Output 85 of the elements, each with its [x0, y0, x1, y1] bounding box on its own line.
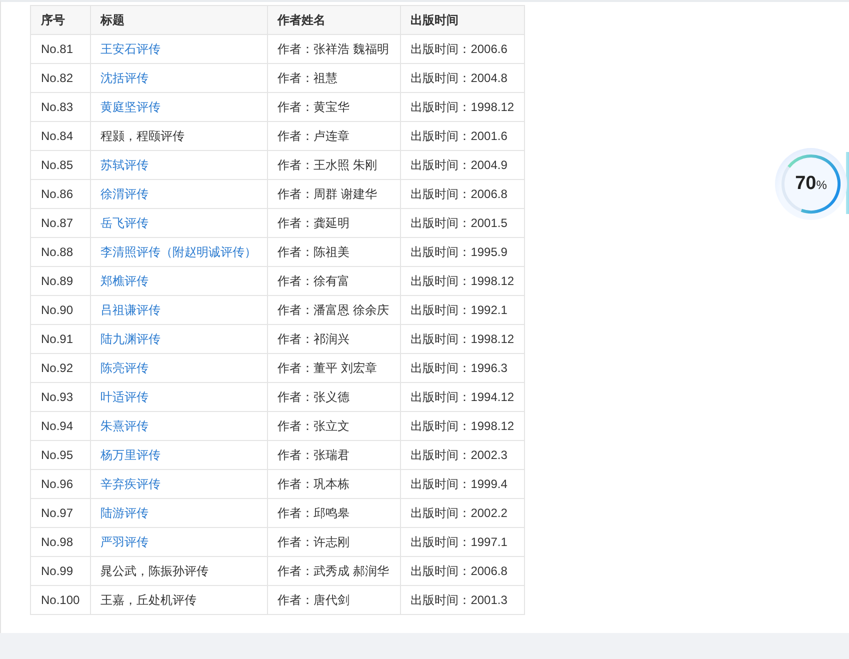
title-link[interactable]: 严羽评传 [100, 534, 149, 548]
table-cell: 出版时间：2001.5 [400, 208, 525, 238]
title-link[interactable]: 岳飞评传 [100, 216, 149, 230]
table-cell: 出版时间：1995.9 [400, 238, 525, 266]
table-cell: 出版时间：2001.3 [400, 586, 525, 614]
table-cell: No.82 [30, 64, 90, 92]
table-cell: 出版时间：1992.1 [400, 296, 525, 324]
table-cell: 出版时间：2006.6 [400, 34, 525, 64]
title-link[interactable]: 朱熹评传 [100, 418, 149, 432]
table-cell: No.86 [30, 180, 90, 208]
table-cell: No.83 [30, 92, 90, 122]
table-cell: No.91 [30, 324, 90, 354]
table-cell: No.87 [30, 208, 90, 238]
table-cell: No.90 [30, 296, 90, 324]
table-cell: 作者：黄宝华 [267, 92, 400, 122]
table-cell: 出版时间：1998.12 [400, 266, 525, 296]
title-link[interactable]: 黄庭坚评传 [100, 100, 161, 114]
title-text: 程颢，程颐评传 [100, 128, 185, 142]
table-cell: 作者：邱鸣皋 [267, 498, 400, 528]
table-cell: 作者：祖慧 [267, 64, 400, 92]
table-cell: 作者：祁润兴 [267, 324, 400, 354]
table-cell: 出版时间：1997.1 [400, 528, 525, 556]
table-cell: 作者：徐有富 [267, 266, 400, 296]
title-text: 王嘉，丘处机评传 [100, 592, 197, 606]
title-link[interactable]: 沈括评传 [100, 70, 149, 84]
title-link[interactable]: 叶适评传 [100, 390, 149, 404]
table-cell: No.88 [30, 238, 90, 266]
table-cell: 出版时间：1998.12 [400, 324, 525, 354]
title-link[interactable]: 杨万里评传 [100, 448, 161, 462]
title-link[interactable]: 徐渭评传 [100, 186, 149, 200]
table-cell: 出版时间：2004.9 [400, 150, 525, 180]
table-cell: No.100 [30, 586, 90, 614]
table-cell: 作者：许志刚 [267, 528, 400, 556]
table-cell: 作者：张瑞君 [267, 440, 400, 470]
title-link[interactable]: 王安石评传 [100, 42, 161, 56]
title-link[interactable]: 陆九渊评传 [100, 332, 161, 346]
table-cell: 出版时间：2001.6 [400, 122, 525, 150]
table-cell: No.94 [30, 412, 90, 440]
table-cell: 出版时间：1998.12 [400, 412, 525, 440]
side-tab[interactable] [846, 152, 849, 214]
table-cell: No.81 [30, 34, 90, 64]
table-cell: 作者：张祥浩 魏福明 [267, 34, 400, 64]
table-cell: 作者：张立文 [267, 412, 400, 440]
table-cell: No.99 [30, 556, 90, 586]
table-cell: No.95 [30, 440, 90, 470]
table-cell: 作者：龚延明 [267, 208, 400, 238]
column-header: 序号 [30, 6, 90, 34]
table-cell: 作者：陈祖美 [267, 238, 400, 266]
table-cell: 作者：巩本栋 [267, 470, 400, 498]
table-cell: 作者：卢连章 [267, 122, 400, 150]
table-cell: 作者：王水照 朱刚 [267, 150, 400, 180]
table-cell: 作者：张义德 [267, 382, 400, 412]
table-cell: 作者：武秀成 郝润华 [267, 556, 400, 586]
title-link[interactable]: 吕祖谦评传 [100, 302, 161, 316]
title-link[interactable]: 陈亮评传 [100, 360, 149, 374]
column-header: 出版时间 [400, 6, 525, 34]
table-cell: No.92 [30, 354, 90, 382]
table-cell: No.84 [30, 122, 90, 150]
table-cell: 出版时间：2002.3 [400, 440, 525, 470]
title-link[interactable]: 苏轼评传 [100, 158, 149, 172]
table-cell: 出版时间：1996.3 [400, 354, 525, 382]
table-cell: No.89 [30, 266, 90, 296]
table-cell: 出版时间：2006.8 [400, 180, 525, 208]
table-cell: No.97 [30, 498, 90, 528]
table-cell: 出版时间：2006.8 [400, 556, 525, 586]
table-cell: 出版时间：2002.2 [400, 498, 525, 528]
column-header: 标题 [90, 6, 268, 34]
table-cell: No.96 [30, 470, 90, 498]
table-cell: 出版时间：1999.4 [400, 470, 525, 498]
title-link[interactable]: 辛弃疾评传 [100, 476, 161, 490]
table-cell: 作者：唐代剑 [267, 586, 400, 614]
progress-value: 70% [795, 173, 827, 195]
table-cell: No.85 [30, 150, 90, 180]
table-cell: 作者：董平 刘宏章 [267, 354, 400, 382]
table-cell: 出版时间：2004.8 [400, 64, 525, 92]
title-link[interactable]: 陆游评传 [100, 506, 149, 520]
table-cell: No.93 [30, 382, 90, 412]
table-cell: 出版时间：1998.12 [400, 92, 525, 122]
table-cell: 作者：潘富恩 徐余庆 [267, 296, 400, 324]
title-link[interactable]: 郑樵评传 [100, 274, 149, 288]
table-cell: No.98 [30, 528, 90, 556]
table-cell: 作者：周群 谢建华 [267, 180, 400, 208]
column-header: 作者姓名 [267, 6, 400, 34]
title-text: 晁公武，陈振孙评传 [100, 564, 209, 578]
table-cell: 出版时间：1994.12 [400, 382, 525, 412]
